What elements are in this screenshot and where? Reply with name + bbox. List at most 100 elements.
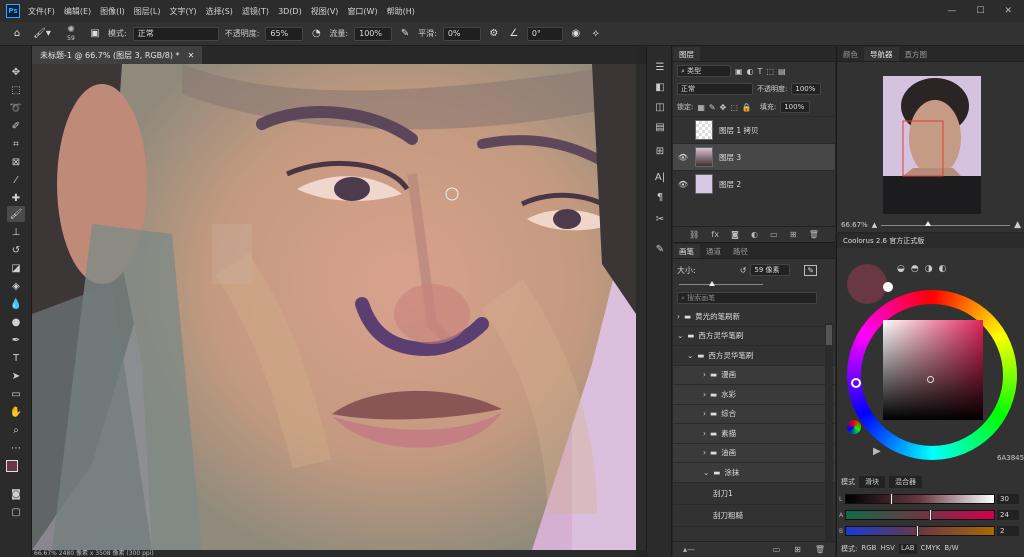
lock-all-icon[interactable]: 🔒 [742, 103, 752, 112]
delete-brush-icon[interactable]: 🗑 [815, 545, 825, 554]
brush-size-slider[interactable] [679, 281, 829, 289]
minimize-icon[interactable]: — [947, 6, 956, 16]
paragraph-icon[interactable]: ¶ [653, 190, 667, 204]
pressure-opacity-icon[interactable]: ◔ [309, 27, 323, 41]
rectangle-tool-icon[interactable]: ▭ [7, 386, 25, 402]
menu-help[interactable]: 帮助(H) [387, 6, 415, 17]
adjustments-icon[interactable]: ☰ [653, 60, 667, 74]
healing-tool-icon[interactable]: ✚ [7, 190, 25, 206]
new-layer-icon[interactable]: ⊞ [790, 230, 797, 239]
brush-group[interactable]: › ▬ 漫画 [673, 365, 835, 385]
new-brush-footer-icon[interactable]: ⊞ [794, 545, 801, 554]
blend-mode-select[interactable]: 正常 [677, 83, 753, 95]
tab-channels[interactable]: 通道 [700, 244, 727, 258]
a-slider[interactable] [845, 509, 995, 521]
brush-size-field[interactable]: 59 像素 [750, 264, 791, 276]
smoothing-field[interactable]: 0% [442, 26, 481, 41]
quick-mask-icon[interactable]: ◙ [7, 486, 25, 502]
menu-window[interactable]: 窗口(W) [347, 6, 377, 17]
reset-icon[interactable]: ↺ [740, 266, 747, 275]
frame-tool-icon[interactable]: ⊠ [7, 154, 25, 170]
lasso-tool-icon[interactable]: ➰ [7, 100, 25, 116]
new-group-icon[interactable]: ▭ [770, 230, 778, 239]
tab-histogram[interactable]: 直方图 [899, 47, 934, 61]
quick-select-tool-icon[interactable]: ✐ [7, 118, 25, 134]
new-brush-icon[interactable]: ✎ [804, 264, 818, 276]
canvas-scrollbar[interactable] [636, 64, 646, 550]
layer-row-2[interactable]: 👁 图层 2 [673, 170, 835, 197]
gamut-mode-icon[interactable]: ◑ [925, 264, 933, 274]
zoom-slider[interactable] [881, 220, 1011, 226]
slider-thumb[interactable] [889, 493, 893, 505]
brush-group[interactable]: › ▬ 油画 [673, 443, 835, 463]
mode-cmyk[interactable]: CMYK [921, 544, 941, 554]
mode-rgb[interactable]: RGB [861, 544, 876, 554]
document-tab[interactable]: 未标题-1 @ 66.7% (图层 3, RGB/8) * ✕ [32, 46, 203, 64]
color-wheel[interactable] [847, 290, 1017, 460]
brush-group[interactable]: › ▬ 综合 [673, 404, 835, 424]
path-select-tool-icon[interactable]: ➤ [7, 368, 25, 384]
b-slider[interactable] [845, 525, 995, 537]
mode-bw[interactable]: B/W [944, 544, 958, 554]
lightness-slider[interactable] [845, 493, 995, 505]
pressure-size-icon[interactable]: ◉ [569, 27, 583, 41]
brush-group[interactable]: › ▬ 素描 [673, 424, 835, 444]
lock-position-icon[interactable]: ✥ [720, 103, 727, 112]
tab-color[interactable]: 颜色 [837, 47, 864, 61]
play-icon[interactable]: ▶ [873, 446, 881, 457]
screen-mode-icon[interactable]: ▢ [7, 504, 25, 520]
brush-item[interactable]: 刮刀粗糙 [673, 505, 835, 527]
menu-view[interactable]: 视图(V) [311, 6, 339, 17]
layer-opacity-field[interactable]: 100% [791, 83, 822, 95]
delete-layer-icon[interactable]: 🗑 [809, 230, 819, 239]
layer-row-copy[interactable]: 图层 1 拷贝 [673, 116, 835, 143]
swatches-icon[interactable]: ▤ [653, 120, 667, 134]
zoom-in-icon[interactable]: ▲ [1014, 220, 1021, 230]
add-mask-icon[interactable]: ◙ [731, 230, 739, 239]
blur-tool-icon[interactable]: 💧 [7, 296, 25, 312]
close-tab-icon[interactable]: ✕ [188, 51, 195, 60]
eye-icon[interactable]: 👁 [677, 180, 689, 189]
filter-pixel-icon[interactable]: ▣ [735, 67, 743, 76]
layer-row-3[interactable]: 👁 图层 3 [673, 143, 835, 170]
history-brush-tool-icon[interactable]: ↺ [7, 242, 25, 258]
gradient-tool-icon[interactable]: ◈ [7, 278, 25, 294]
mode-lab[interactable]: LAB [898, 544, 917, 554]
crop-tool-icon[interactable]: ⌗ [7, 136, 25, 152]
maximize-icon[interactable]: ☐ [976, 6, 984, 16]
saturation-value-square[interactable] [883, 320, 983, 420]
actions-icon[interactable]: ◫ [653, 100, 667, 114]
marquee-tool-icon[interactable]: ⬚ [7, 82, 25, 98]
airbrush-icon[interactable]: ✎ [398, 27, 412, 41]
brush-settings-icon[interactable]: ▣ [88, 27, 102, 41]
opacity-field[interactable]: 65% [265, 26, 304, 41]
history-icon[interactable]: ◧ [653, 80, 667, 94]
brush-settings-strip-icon[interactable]: ✂ [653, 212, 667, 226]
hand-tool-icon[interactable]: ✋ [7, 404, 25, 420]
clone-stamp-tool-icon[interactable]: ⊥ [7, 224, 25, 240]
harmony-mode-icon[interactable]: ◐ [939, 264, 947, 274]
tab-navigator[interactable]: 导航器 [864, 47, 899, 61]
brush-item[interactable]: 刮刀1 [673, 483, 835, 505]
brush-group[interactable]: ⌄ ▬ 西方灵华笔刷 [673, 346, 835, 366]
pen-tool-icon[interactable]: ✒ [7, 332, 25, 348]
filter-smart-icon[interactable]: ▤ [778, 67, 786, 76]
lock-artboard-icon[interactable]: ⬚ [730, 103, 738, 112]
sliders-button[interactable]: 滑块 [859, 476, 885, 488]
more-tools-icon[interactable]: ⋯ [7, 440, 25, 456]
brush-group[interactable]: › ▬ 水彩 [673, 385, 835, 405]
flow-field[interactable]: 100% [354, 26, 393, 41]
triangle-mode-icon[interactable]: ◒ [897, 264, 905, 274]
slider-value[interactable]: 2 [997, 526, 1019, 536]
home-icon[interactable]: ⌂ [10, 27, 24, 41]
brush-tool-icon[interactable]: 🖌 [7, 206, 25, 222]
smoothing-options-gear-icon[interactable]: ⚙ [487, 27, 501, 41]
brush-list-scrollbar[interactable] [825, 323, 833, 543]
canvas[interactable] [32, 64, 636, 550]
lock-pixels-icon[interactable]: ✎ [709, 103, 716, 112]
link-layers-icon[interactable]: ⛓ [689, 230, 699, 239]
brush-group[interactable]: › ▬ 黄光的笔刷新 [673, 307, 835, 327]
mode-hsv[interactable]: HSV [880, 544, 895, 554]
slider-thumb[interactable] [929, 509, 933, 521]
filter-type-icon[interactable]: T [758, 67, 763, 76]
